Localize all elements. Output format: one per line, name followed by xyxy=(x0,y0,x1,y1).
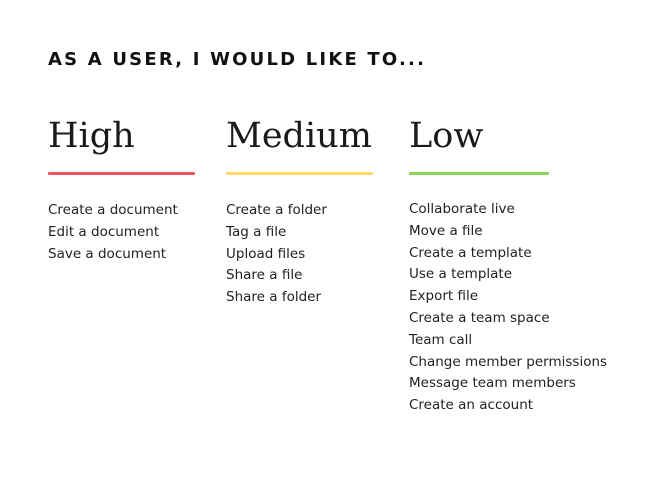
list-item: Upload files xyxy=(226,245,306,262)
item-list-low: Collaborate live Move a file Create a temp… xyxy=(409,199,607,417)
priority-column-low: Low Collaborate live Move a file Create a … xyxy=(409,114,607,417)
item-list-high: Create a document Edit a document Save a d… xyxy=(48,200,195,265)
list-item: Create a team space xyxy=(409,309,550,326)
list-item: Tag a file xyxy=(226,223,287,240)
column-title-low: Low xyxy=(409,116,484,156)
priority-column-high: High Create a document Edit a document Sav… xyxy=(48,114,195,265)
list-item: Create a template xyxy=(409,244,532,261)
page-heading: AS A USER, I WOULD LIKE TO... xyxy=(48,49,427,70)
item-list-medium: Create a folder Tag a file Upload files Sha… xyxy=(226,200,373,309)
list-item: Share a folder xyxy=(226,289,322,306)
list-item: Save a document xyxy=(48,245,167,262)
list-item: Team call xyxy=(409,331,473,348)
list-item: Move a file xyxy=(409,222,483,239)
list-item: Create a folder xyxy=(226,202,327,218)
column-title-high: High xyxy=(48,116,135,156)
list-item: Message team members xyxy=(409,375,576,392)
column-title-medium: Medium xyxy=(226,116,372,156)
list-item: Change member permissions xyxy=(409,353,608,370)
list-item: Share a file xyxy=(226,267,303,284)
priority-rule-low xyxy=(409,172,549,175)
list-item: Use a template xyxy=(409,266,513,283)
list-item: Create an account xyxy=(409,397,534,414)
list-item: Collaborate live xyxy=(409,201,515,217)
priority-rule-medium xyxy=(226,172,373,175)
priority-rule-high xyxy=(48,172,195,175)
list-item: Edit a document xyxy=(48,223,160,240)
list-item: Create a document xyxy=(48,202,178,218)
priority-column-medium: Medium Create a folder Tag a file Upload f… xyxy=(226,114,373,309)
list-item: Export file xyxy=(409,288,479,305)
